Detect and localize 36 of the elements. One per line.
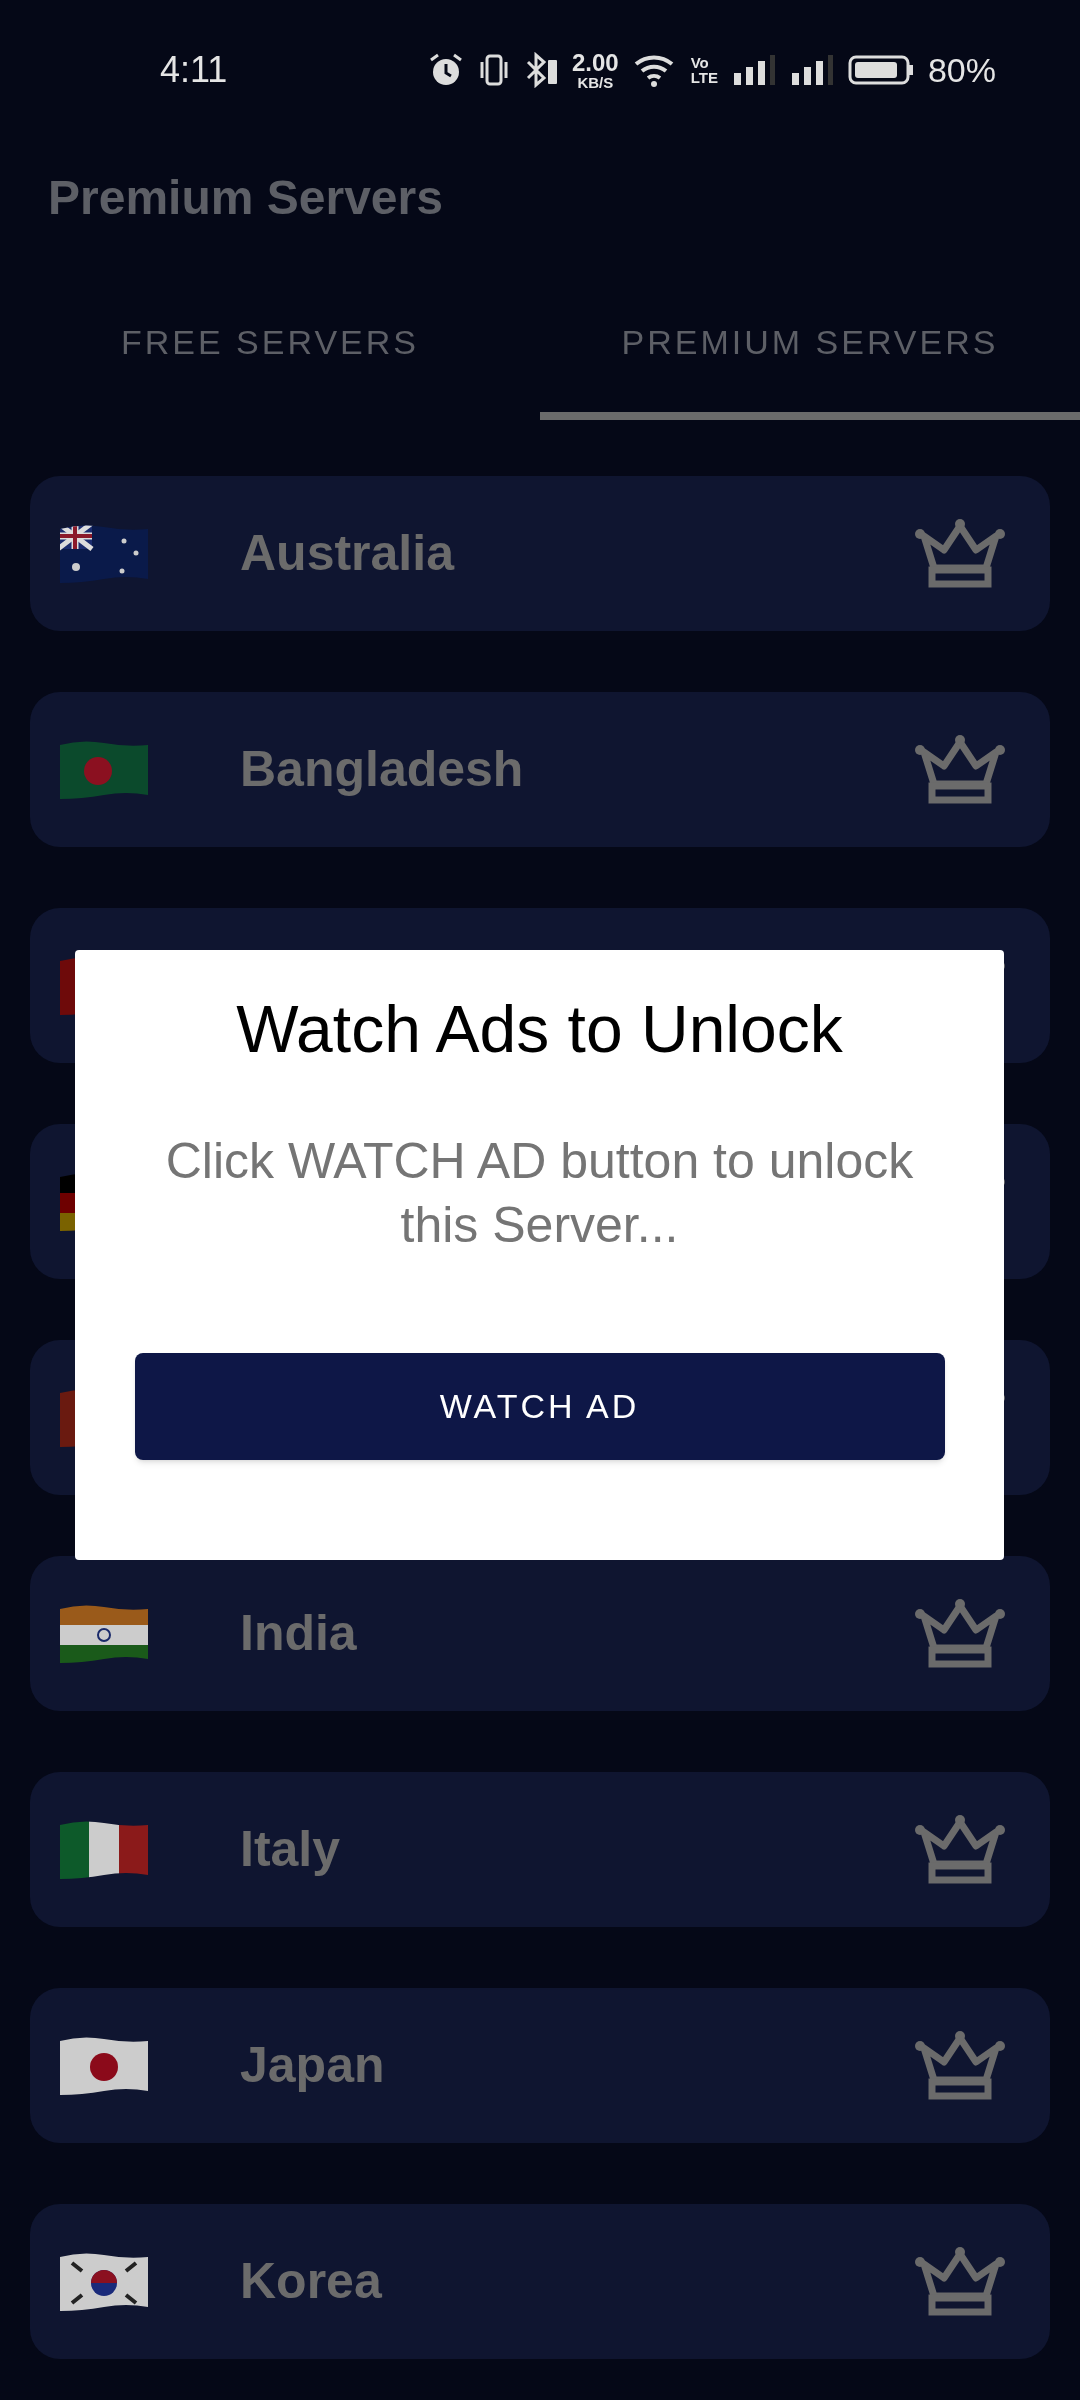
server-row[interactable]: Bangladesh	[30, 692, 1050, 847]
battery-icon	[847, 54, 914, 86]
lte-label: LTE	[690, 70, 718, 85]
alarm-icon	[428, 52, 464, 88]
server-row[interactable]: Japan	[30, 1988, 1050, 2143]
signal-icon	[789, 53, 834, 87]
tab[interactable]: PREMIUM SERVERS	[540, 255, 1080, 420]
signal-icon	[731, 53, 776, 87]
country-name: Korea	[240, 2252, 382, 2311]
status-time: 4:11	[160, 48, 228, 92]
volte-label: Vo	[690, 55, 710, 70]
tab[interactable]: FREE SERVERS	[0, 255, 540, 420]
crown-icon	[914, 1597, 1006, 1670]
bluetooth-icon	[524, 52, 558, 88]
country-name: Australia	[240, 524, 454, 583]
crown-icon	[914, 2245, 1006, 2318]
dialog-message: Click WATCH AD button to unlock this Server...	[164, 1132, 915, 1255]
server-row[interactable]: Korea	[30, 2204, 1050, 2359]
crown-icon	[914, 733, 1006, 806]
screen-title: Premium Servers	[48, 169, 443, 226]
country-name: Italy	[240, 1820, 341, 1879]
server-row[interactable]: Australia	[30, 476, 1050, 631]
country-name: India	[240, 1604, 357, 1663]
server-row[interactable]: Italy	[30, 1772, 1050, 1927]
watch-ad-button[interactable]: WATCH AD	[134, 1353, 945, 1460]
country-name: Bangladesh	[240, 740, 524, 799]
server-row[interactable]: India	[30, 1556, 1050, 1711]
network-speed: 2.00	[572, 50, 619, 75]
vibrate-icon	[478, 52, 510, 88]
speed-unit: KB/S	[577, 74, 614, 90]
dialog-title: Watch Ads to Unlock	[236, 991, 843, 1068]
battery-percent: 80%	[927, 49, 996, 91]
crown-icon	[914, 1813, 1006, 1886]
crown-icon	[914, 517, 1006, 590]
country-name: Japan	[240, 2036, 385, 2095]
crown-icon	[914, 2029, 1006, 2102]
